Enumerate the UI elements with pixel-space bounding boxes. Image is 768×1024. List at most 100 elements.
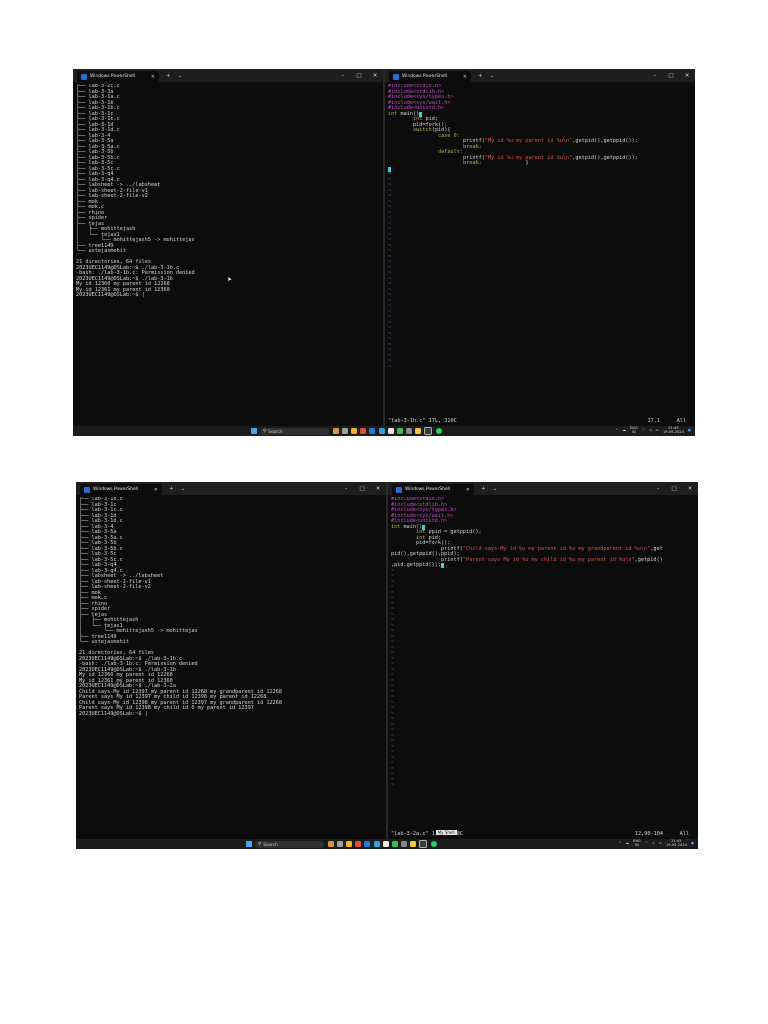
taskbar-search[interactable]: ⚲ Search bbox=[255, 840, 324, 848]
new-tab-button[interactable]: + bbox=[481, 486, 486, 492]
system-tray: ^ ☁ ENG IN ◠ ◁ ▭ 21:43 19-09-2024 ● bbox=[611, 426, 691, 435]
start-button-icon[interactable] bbox=[251, 428, 257, 434]
weather-icon[interactable]: ☁ bbox=[622, 428, 626, 433]
edge-browser-icon[interactable] bbox=[364, 841, 371, 847]
taskbar-tooltip: My Shell bbox=[435, 830, 457, 835]
wifi-icon[interactable]: ◠ bbox=[645, 841, 648, 846]
whatsapp-icon[interactable] bbox=[435, 428, 442, 434]
app-icon[interactable] bbox=[406, 428, 413, 434]
minimize-button[interactable]: – bbox=[335, 73, 351, 79]
right-terminal-window[interactable]: Windows PowerShell ✕ + ⌄ – □ ✕ #include<… bbox=[385, 69, 695, 426]
terminal-app-icon[interactable] bbox=[419, 840, 428, 848]
new-tab-button[interactable]: + bbox=[166, 73, 171, 79]
close-tab-icon[interactable]: ✕ bbox=[463, 74, 467, 80]
tab-powershell[interactable]: Windows PowerShell ✕ bbox=[77, 71, 159, 82]
close-tab-icon[interactable]: ✕ bbox=[466, 487, 470, 493]
photos-icon[interactable] bbox=[382, 841, 389, 847]
dropdown-icon[interactable]: ⌄ bbox=[181, 486, 186, 492]
close-button[interactable]: ✕ bbox=[370, 486, 386, 492]
chrome-browser-icon[interactable] bbox=[378, 428, 385, 434]
maximize-button[interactable]: □ bbox=[663, 73, 679, 79]
close-button[interactable]: ✕ bbox=[367, 73, 383, 79]
whatsapp-icon[interactable] bbox=[430, 841, 437, 847]
weather-icon[interactable]: ☁ bbox=[625, 841, 629, 846]
status-file-info: "lab-3-1b.c" 17L, 310C bbox=[388, 418, 457, 424]
left-terminal-window[interactable]: Windows PowerShell ✕ + ⌄ – □ ✕ ├── lab-3… bbox=[76, 482, 386, 839]
chevron-up-icon[interactable]: ^ bbox=[618, 841, 621, 846]
notification-icon[interactable]: ● bbox=[688, 428, 691, 433]
wifi-icon[interactable]: ◠ bbox=[642, 428, 645, 433]
chevron-up-icon[interactable]: ^ bbox=[615, 428, 618, 433]
start-button-icon[interactable] bbox=[246, 841, 252, 847]
vim-editor[interactable]: #include<stdio.h> #include<stdlib.h> #incl… bbox=[391, 497, 695, 839]
language-indicator[interactable]: ENG IN bbox=[630, 426, 638, 435]
task-view-icon[interactable] bbox=[336, 841, 343, 847]
chrome-browser-icon[interactable] bbox=[373, 841, 380, 847]
minimize-button[interactable]: – bbox=[338, 486, 354, 492]
terminal-line: 2023UEC1149@OSLab:~$ | bbox=[76, 292, 145, 298]
volume-icon[interactable]: ◁ bbox=[649, 428, 652, 433]
folder-icon[interactable] bbox=[415, 428, 422, 434]
app-icon[interactable] bbox=[401, 841, 408, 847]
brave-browser-icon[interactable] bbox=[360, 428, 367, 434]
terminal-output[interactable]: ├── lab-3-1b.c ├── lab-3-1c ├── lab-3-1c.c… bbox=[79, 497, 383, 839]
title-bar[interactable]: Windows PowerShell ✕ + ⌄ – □ ✕ bbox=[76, 482, 386, 495]
terminal-app-icon[interactable] bbox=[424, 427, 433, 435]
empty-line-marker: ~ bbox=[391, 782, 395, 788]
status-cursor-position: 17,1 bbox=[647, 418, 661, 424]
title-bar[interactable]: Windows PowerShell ✕ + ⌄ – □ ✕ bbox=[385, 69, 695, 82]
vim-editor[interactable]: #include<stdio.h> #include<stdlib.h> #incl… bbox=[388, 84, 692, 426]
close-tab-icon[interactable]: ✕ bbox=[151, 74, 155, 80]
minimize-button[interactable]: – bbox=[647, 73, 663, 79]
new-tab-button[interactable]: + bbox=[169, 486, 174, 492]
widgets-icon[interactable] bbox=[332, 428, 339, 434]
file-explorer-icon[interactable] bbox=[350, 428, 357, 434]
notification-icon[interactable]: ● bbox=[691, 841, 694, 846]
battery-icon[interactable]: ▭ bbox=[656, 428, 659, 433]
taskbar-search[interactable]: ⚲ Search bbox=[260, 427, 329, 435]
left-terminal-window[interactable]: Windows PowerShell ✕ + ⌄ – □ ✕ ├── lab-3… bbox=[73, 69, 383, 426]
tab-powershell[interactable]: Windows PowerShell ✕ bbox=[80, 484, 162, 495]
tab-title: Windows PowerShell bbox=[93, 487, 138, 492]
dropdown-icon[interactable]: ⌄ bbox=[178, 73, 183, 79]
battery-icon[interactable]: ▭ bbox=[659, 841, 662, 846]
minimize-button[interactable]: – bbox=[650, 486, 666, 492]
close-button[interactable]: ✕ bbox=[682, 486, 698, 492]
maximize-button[interactable]: □ bbox=[354, 486, 370, 492]
task-view-icon[interactable] bbox=[341, 428, 348, 434]
search-icon: ⚲ bbox=[258, 841, 262, 847]
search-label: Search bbox=[263, 841, 278, 847]
dropdown-icon[interactable]: ⌄ bbox=[490, 73, 495, 79]
powershell-icon bbox=[81, 73, 87, 80]
maximize-button[interactable]: □ bbox=[666, 486, 682, 492]
widgets-icon[interactable] bbox=[327, 841, 334, 847]
code-token: "My id %u my parent id %u\n" bbox=[484, 138, 573, 144]
right-terminal-window[interactable]: Windows PowerShell ✕ + ⌄ – □ ✕ #include<… bbox=[388, 482, 698, 839]
close-tab-icon[interactable]: ✕ bbox=[154, 487, 158, 493]
edge-browser-icon[interactable] bbox=[369, 428, 376, 434]
volume-icon[interactable]: ◁ bbox=[652, 841, 655, 846]
terminal-output[interactable]: ├── lab-3-2c.c ├── lab-3-3a ├── lab-3-1a.c… bbox=[76, 84, 380, 426]
language-indicator[interactable]: ENG IN bbox=[633, 839, 641, 848]
new-tab-button[interactable]: + bbox=[478, 73, 483, 79]
photos-icon[interactable] bbox=[387, 428, 394, 434]
brave-browser-icon[interactable] bbox=[355, 841, 362, 847]
clock[interactable]: 21:43 19-09-2024 bbox=[663, 426, 684, 435]
clock[interactable]: 21:45 19-09-2024 bbox=[666, 839, 687, 848]
text-cursor bbox=[440, 563, 444, 568]
spotify-icon[interactable] bbox=[391, 841, 398, 847]
dropdown-icon[interactable]: ⌄ bbox=[493, 486, 498, 492]
tab-powershell[interactable]: Windows PowerShell ✕ bbox=[389, 71, 471, 82]
status-scroll-position: All bbox=[676, 418, 686, 424]
spotify-icon[interactable] bbox=[396, 428, 403, 434]
close-button[interactable]: ✕ bbox=[679, 73, 695, 79]
folder-icon[interactable] bbox=[410, 841, 417, 847]
title-bar[interactable]: Windows PowerShell ✕ + ⌄ – □ ✕ bbox=[73, 69, 383, 82]
vim-status-line: "lab-3-1b.c" 17L, 310C 17,1 All bbox=[388, 418, 692, 424]
terminal-line: 2023UEC1149@OSLab:~$ | bbox=[79, 710, 148, 717]
tab-powershell[interactable]: Windows PowerShell ✕ bbox=[392, 484, 474, 495]
vim-status-line: "lab-3-2a.c" 1 My Shell 0C 12,90-104 All bbox=[391, 830, 695, 837]
maximize-button[interactable]: □ bbox=[351, 73, 367, 79]
file-explorer-icon[interactable] bbox=[345, 841, 352, 847]
title-bar[interactable]: Windows PowerShell ✕ + ⌄ – □ ✕ bbox=[388, 482, 698, 495]
